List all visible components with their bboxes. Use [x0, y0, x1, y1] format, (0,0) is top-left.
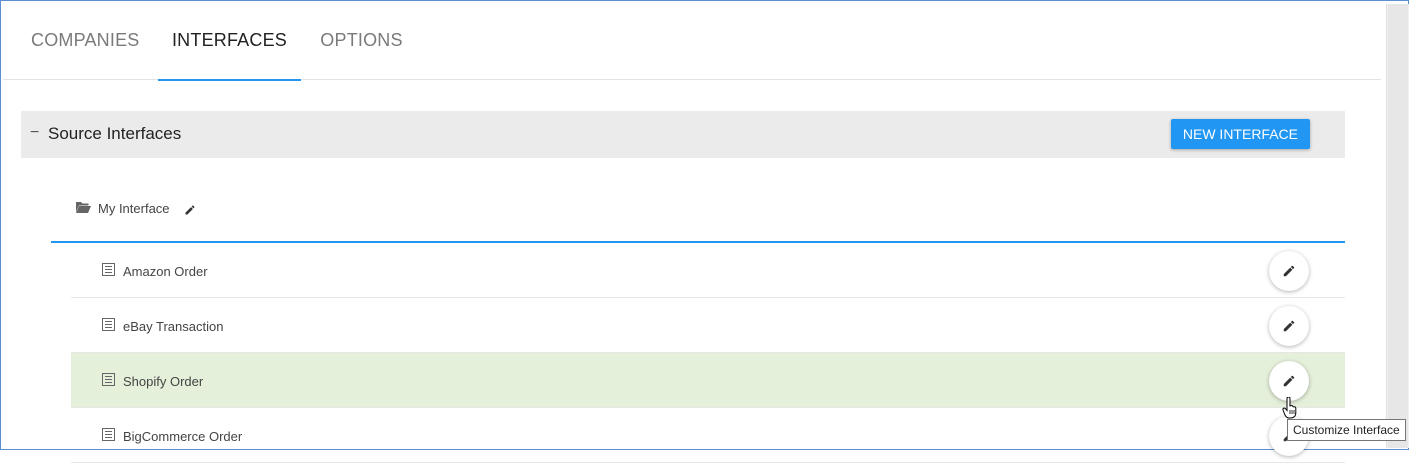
- item-label: Amazon Order: [123, 264, 208, 279]
- tab-companies-label: COMPANIES: [31, 30, 140, 50]
- list-document-icon: [102, 428, 115, 446]
- group-label: My Interface: [98, 201, 170, 216]
- source-interfaces-header: − Source Interfaces NEW INTERFACE: [21, 111, 1345, 158]
- list-item[interactable]: eBay Transaction: [71, 298, 1345, 353]
- tab-interfaces-label: INTERFACES: [171, 30, 288, 50]
- item-label: Shopify Order: [123, 374, 204, 389]
- tab-bar: COMPANIES INTERFACES OPTIONS: [3, 4, 1381, 81]
- active-tab-indicator: [158, 79, 301, 81]
- tab-interfaces[interactable]: INTERFACES: [158, 30, 301, 81]
- tab-companies[interactable]: COMPANIES: [31, 30, 140, 80]
- folder-open-icon: [75, 200, 92, 219]
- item-label: BigCommerce Order: [123, 429, 243, 444]
- pencil-icon: [1283, 320, 1295, 332]
- list-document-icon: [102, 263, 115, 281]
- section-title: Source Interfaces: [48, 124, 182, 143]
- pencil-icon: [1283, 375, 1295, 387]
- new-interface-button[interactable]: NEW INTERFACE: [1170, 119, 1310, 149]
- pencil-icon: [1283, 265, 1295, 277]
- list-item[interactable]: Shopify Order: [71, 353, 1345, 408]
- interface-group-row[interactable]: My Interface: [51, 186, 1345, 243]
- vertical-scrollbar[interactable]: [1386, 4, 1409, 448]
- tab-options[interactable]: OPTIONS: [320, 30, 403, 80]
- tab-options-label: OPTIONS: [320, 30, 403, 50]
- customize-interface-button[interactable]: [1269, 306, 1309, 346]
- list-item[interactable]: BigCommerce Order: [71, 408, 1345, 463]
- scrollbar-thumb[interactable]: [1388, 4, 1408, 448]
- customize-interface-button[interactable]: [1269, 251, 1309, 291]
- edit-group-icon[interactable]: [184, 203, 196, 221]
- collapse-icon[interactable]: −: [30, 124, 39, 142]
- tooltip: Customize Interface: [1287, 419, 1406, 441]
- list-item[interactable]: Amazon Order: [71, 243, 1345, 298]
- list-document-icon: [102, 373, 115, 391]
- list-document-icon: [102, 318, 115, 336]
- item-label: eBay Transaction: [123, 319, 224, 334]
- customize-interface-button[interactable]: [1269, 361, 1309, 401]
